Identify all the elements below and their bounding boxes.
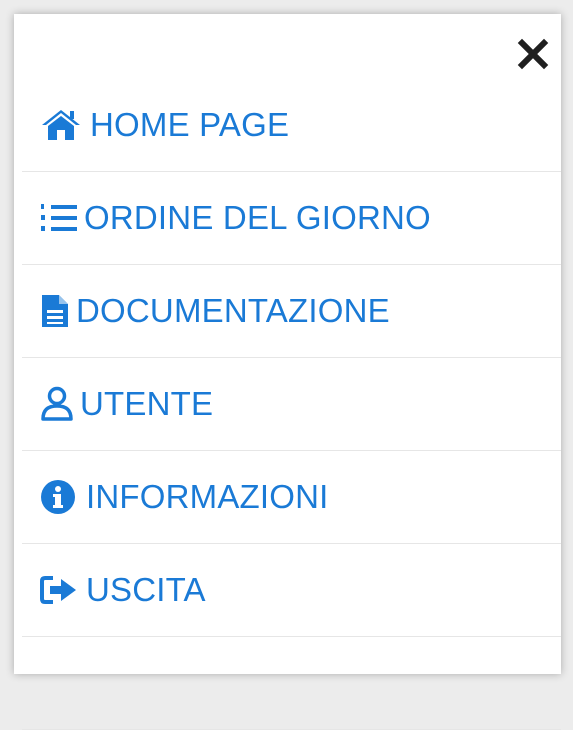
menu-item-documentazione[interactable]: DOCUMENTAZIONE [22,265,561,358]
close-icon [517,38,549,70]
menu-item-ordine-del-giorno[interactable]: ORDINE DEL GIORNO [22,172,561,265]
info-icon [40,479,76,515]
menu-item-utente[interactable]: UTENTE [22,358,561,451]
menu-item-label: ORDINE DEL GIORNO [84,199,431,236]
document-icon [40,293,70,329]
ordered-list-icon [40,201,78,235]
menu-item-home-page[interactable]: HOME PAGE [22,79,561,172]
side-menu-panel: HOME PAGE ORDINE DEL GIORNO DOCUMENTAZIO… [14,14,561,730]
menu-item-informazioni[interactable]: INFORMAZIONI [22,451,561,544]
menu-item-uscita[interactable]: USCITA [22,544,561,637]
menu-list: HOME PAGE ORDINE DEL GIORNO DOCUMENTAZIO… [22,79,561,730]
menu-empty-row [22,637,561,730]
menu-item-label: HOME PAGE [90,106,290,143]
sign-out-icon [40,574,78,606]
menu-item-label: INFORMAZIONI [86,478,329,515]
menu-item-label: UTENTE [80,385,214,422]
user-icon [40,386,74,422]
home-icon [40,108,82,142]
menu-item-label: USCITA [86,571,206,608]
menu-item-label: DOCUMENTAZIONE [76,292,390,329]
close-button[interactable] [511,32,555,76]
